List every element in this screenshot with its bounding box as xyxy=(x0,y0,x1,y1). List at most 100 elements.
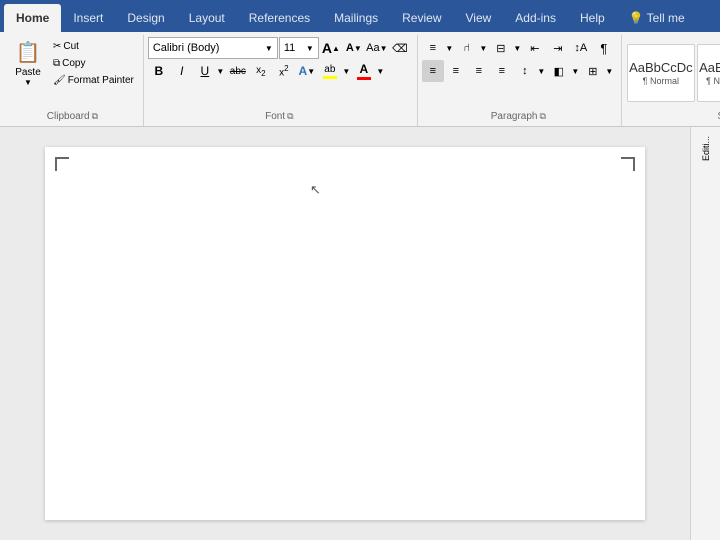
font-shrink-button[interactable]: A ▼ xyxy=(343,37,365,59)
style-no-spacing[interactable]: AaBbCcDc ¶ No Spac... xyxy=(697,44,720,102)
clipboard-expander[interactable]: ⧉ xyxy=(92,111,98,122)
shading-icon: ◧ xyxy=(554,65,564,78)
sort-icon: ↕A xyxy=(574,42,587,54)
format-painter-button[interactable]: 🖌 Format Painter xyxy=(50,72,137,88)
highlight-button[interactable]: ab xyxy=(319,60,341,82)
subscript-button[interactable]: x2 xyxy=(250,60,272,82)
eraser-icon: ⌫ xyxy=(392,42,408,55)
page-corner-tl xyxy=(55,157,69,171)
borders-dropdown[interactable]: ▼ xyxy=(605,60,615,82)
highlight-wrapper: ▼ xyxy=(342,60,352,82)
align-left-icon: ≡ xyxy=(430,65,436,77)
font-color-text: A xyxy=(360,62,369,76)
highlight-dropdown-button[interactable]: ▼ xyxy=(342,60,352,82)
tab-insert[interactable]: Insert xyxy=(61,4,115,32)
paste-button[interactable]: 📋 Paste ▼ xyxy=(8,37,48,89)
cursor: ↖ xyxy=(310,182,321,198)
underline-wrapper: U ▼ xyxy=(194,60,226,82)
align-right-icon: ≡ xyxy=(476,65,482,77)
multilevel-dropdown[interactable]: ▼ xyxy=(513,37,523,59)
tab-references[interactable]: References xyxy=(237,4,322,32)
font-size-dropdown[interactable]: 11 ▼ xyxy=(279,37,319,59)
format-painter-icon: 🖌 xyxy=(53,75,66,86)
font-shrink-icon: A xyxy=(346,42,354,54)
subscript-icon: x2 xyxy=(256,65,265,78)
align-right-button[interactable]: ≡ xyxy=(468,60,490,82)
clipboard-group: 📋 Paste ▼ ✂ Cut ⧉ Copy 🖌 Format P xyxy=(4,35,144,126)
styles-group-content: AaBbCcDc ¶ Normal AaBbCcDc ¶ No Spac... … xyxy=(626,37,720,109)
multilevel-button[interactable]: ⊟ xyxy=(490,37,512,59)
justify-button[interactable]: ≡ xyxy=(491,60,513,82)
font-color-button[interactable]: A xyxy=(353,60,375,82)
font-color-wrapper: ▼ xyxy=(376,60,386,82)
bold-button[interactable]: B xyxy=(148,60,170,82)
clear-format-button[interactable]: ⌫ xyxy=(389,37,411,59)
ribbon: 📋 Paste ▼ ✂ Cut ⧉ Copy 🖌 Format P xyxy=(0,32,720,127)
strikethrough-button[interactable]: abc xyxy=(227,60,249,82)
italic-button[interactable]: I xyxy=(171,60,193,82)
highlight-color-bar xyxy=(323,76,337,79)
shading-dropdown[interactable]: ▼ xyxy=(571,60,581,82)
bullets-button[interactable]: ≡ xyxy=(422,37,444,59)
increase-indent-button[interactable]: ⇥ xyxy=(547,37,569,59)
paragraph-row2: ≡ ≡ ≡ ≡ ↕ ▼ ◧ xyxy=(422,60,615,82)
underline-button[interactable]: U xyxy=(194,60,216,82)
font-controls: Calibri (Body) ▼ 11 ▼ A ▲ A ▼ xyxy=(148,37,411,82)
paste-icon: 📋 xyxy=(16,40,41,65)
paragraph-group: ≡ ▼ ⑁ ▼ ⊟ ▼ ⇤ ⇥ xyxy=(418,35,622,126)
tab-review[interactable]: Review xyxy=(390,4,453,32)
line-spacing-dropdown[interactable]: ▼ xyxy=(537,60,547,82)
font-color-dropdown-button[interactable]: ▼ xyxy=(376,60,386,82)
align-left-button[interactable]: ≡ xyxy=(422,60,444,82)
underline-dropdown-button[interactable]: ▼ xyxy=(216,60,226,82)
change-case-button[interactable]: Aa ▼ xyxy=(366,37,388,59)
show-marks-button[interactable]: ¶ xyxy=(593,37,615,59)
tab-help[interactable]: Help xyxy=(568,4,617,32)
paragraph-expander[interactable]: ⧉ xyxy=(539,111,545,122)
right-edit-panel: Editi... xyxy=(690,127,720,540)
style-normal[interactable]: AaBbCcDc ¶ Normal xyxy=(627,44,695,102)
bullets-dropdown[interactable]: ▼ xyxy=(445,37,455,59)
editing-panel-label: Editi... xyxy=(692,131,720,166)
clipboard-small-buttons: ✂ Cut ⧉ Copy 🖌 Format Painter xyxy=(50,38,137,88)
main-area: ↖ Editi... xyxy=(0,127,720,540)
style-normal-label: ¶ Normal xyxy=(643,76,679,86)
styles-list: AaBbCcDc ¶ Normal AaBbCcDc ¶ No Spac... … xyxy=(626,43,720,103)
copy-button[interactable]: ⧉ Copy xyxy=(50,55,137,71)
sort-button[interactable]: ↕A xyxy=(570,37,592,59)
tab-mailings[interactable]: Mailings xyxy=(322,4,390,32)
paragraph-controls: ≡ ▼ ⑁ ▼ ⊟ ▼ ⇤ ⇥ xyxy=(422,37,615,82)
font-size-arrow: ▼ xyxy=(306,44,314,53)
font-shrink-sup: ▼ xyxy=(354,44,362,53)
cut-button[interactable]: ✂ Cut xyxy=(50,38,137,54)
numbering-button[interactable]: ⑁ xyxy=(456,37,478,59)
style-nospace-label: ¶ No Spac... xyxy=(706,76,720,86)
shading-button[interactable]: ◧ xyxy=(548,60,570,82)
align-center-icon: ≡ xyxy=(453,65,459,77)
increase-indent-icon: ⇥ xyxy=(553,42,562,55)
style-nospace-preview: AaBbCcDc xyxy=(699,61,720,74)
font-group: Calibri (Body) ▼ 11 ▼ A ▲ A ▼ xyxy=(144,35,418,126)
font-grow-button[interactable]: A ▲ xyxy=(320,37,342,59)
cut-icon: ✂ xyxy=(53,41,61,52)
tab-design[interactable]: Design xyxy=(115,4,176,32)
numbering-dropdown[interactable]: ▼ xyxy=(479,37,489,59)
line-spacing-button[interactable]: ↕ xyxy=(514,60,536,82)
tab-layout[interactable]: Layout xyxy=(177,4,237,32)
styles-group-label: Styles ⧉ xyxy=(626,109,720,124)
superscript-button[interactable]: x2 xyxy=(273,60,295,82)
tab-tell[interactable]: 💡 Tell me xyxy=(617,4,697,32)
line-spacing-icon: ↕ xyxy=(522,65,528,77)
borders-button[interactable]: ⊞ xyxy=(582,60,604,82)
font-name-arrow: ▼ xyxy=(265,44,273,53)
decrease-indent-button[interactable]: ⇤ xyxy=(524,37,546,59)
tab-addins[interactable]: Add-ins xyxy=(503,4,568,32)
tab-view[interactable]: View xyxy=(454,4,504,32)
document-page: ↖ xyxy=(45,147,645,520)
font-expander[interactable]: ⧉ xyxy=(287,111,293,122)
text-effects-button[interactable]: A ▼ xyxy=(296,60,318,82)
tab-home[interactable]: Home xyxy=(4,4,61,32)
align-center-button[interactable]: ≡ xyxy=(445,60,467,82)
font-name-dropdown[interactable]: Calibri (Body) ▼ xyxy=(148,37,278,59)
document-area[interactable]: ↖ xyxy=(0,127,690,540)
